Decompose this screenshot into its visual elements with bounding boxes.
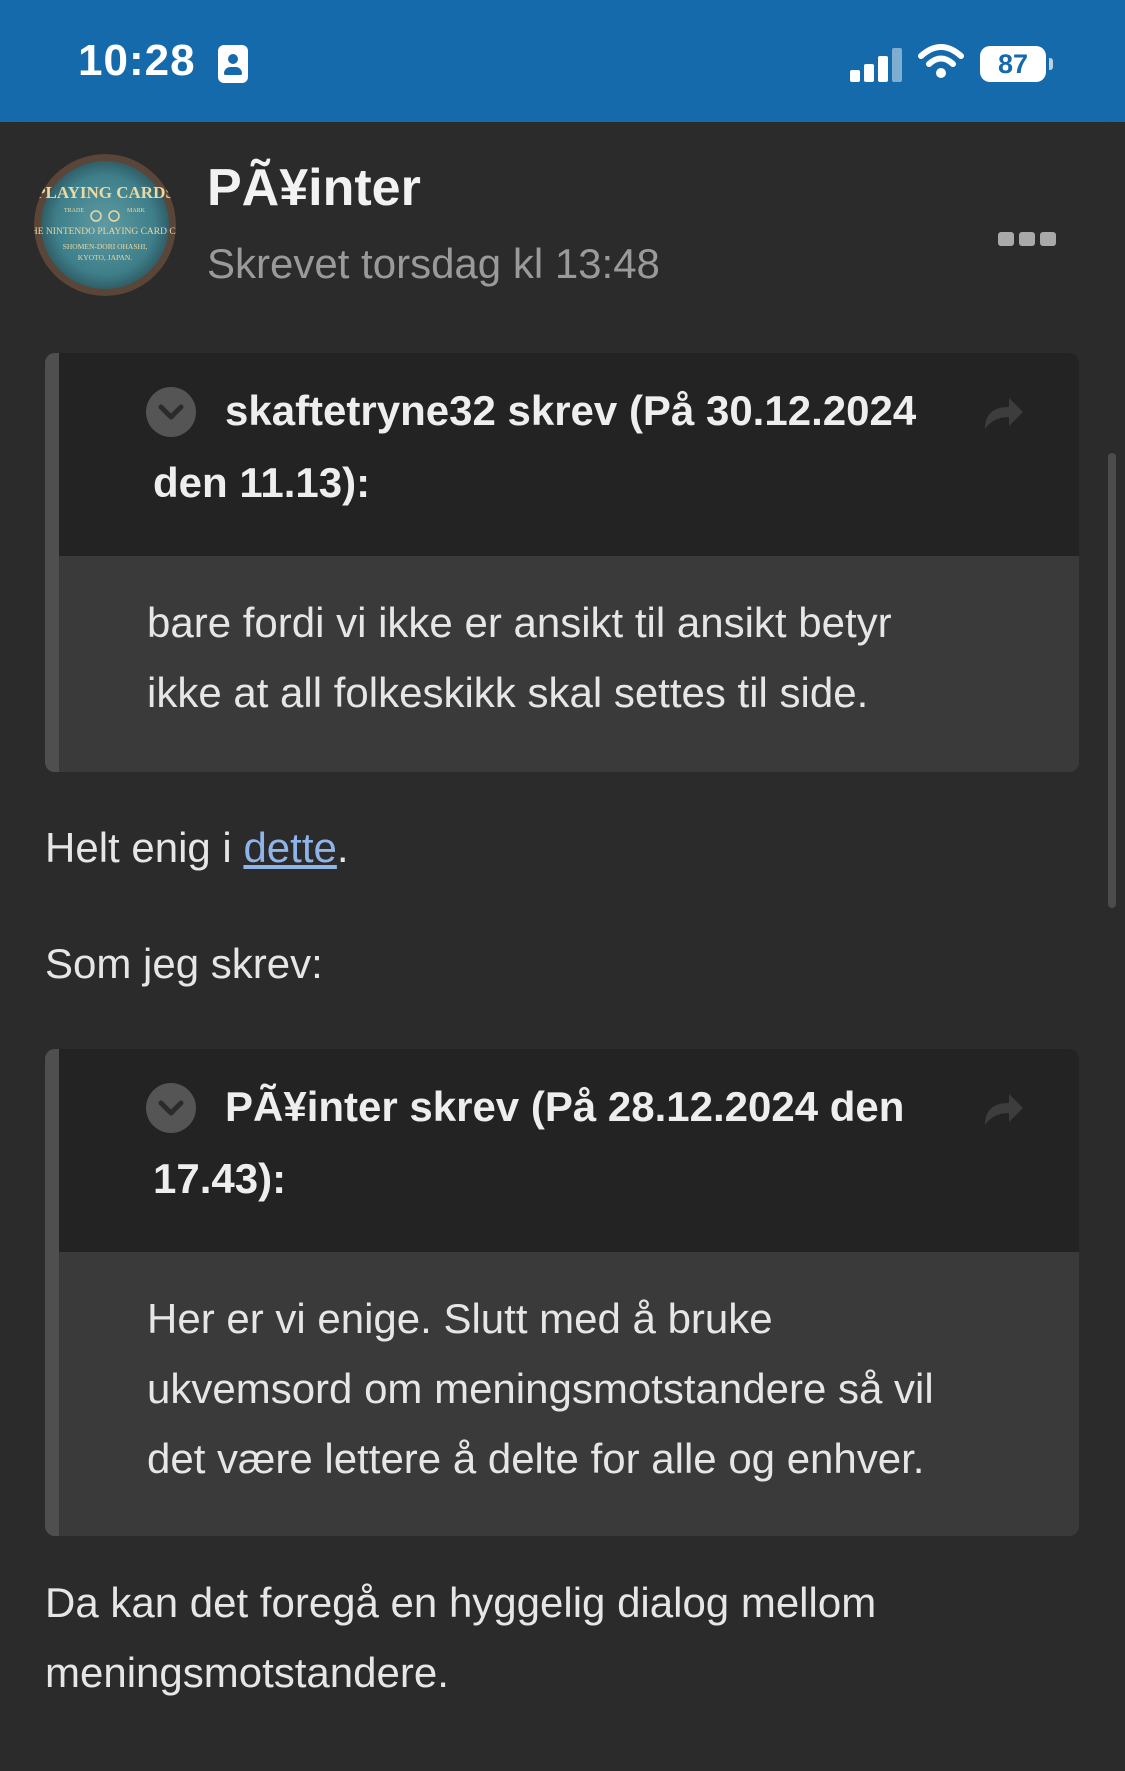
post-date: Skrevet torsdag kl 13:48 <box>207 240 660 287</box>
quote-header[interactable]: skaftetryne32 skrev (På 30.12.2024 den 1… <box>59 353 1079 556</box>
post-text-line: Helt enig i dette. <box>45 824 349 872</box>
wifi-icon <box>918 44 964 78</box>
avatar-text-4: KYOTO, JAPAN. <box>78 253 133 262</box>
avatar-text-mark: MARK <box>127 208 146 214</box>
quote-title-line1: PÃ¥inter skrev (På 28.12.2024 den <box>225 1083 905 1130</box>
share-arrow-icon[interactable] <box>979 393 1027 433</box>
quote-body-line2: ikke at all folkeskikk skal settes til s… <box>147 669 869 716</box>
quote-title-line2: den 11.13): <box>153 459 371 506</box>
quote-body-line1: Her er vi enige. Slutt med å bruke <box>147 1295 773 1342</box>
avatar-text-2: THE NINTENDO PLAYING CARD CO. <box>34 227 176 237</box>
quote-block: skaftetryne32 skrev (På 30.12.2024 den 1… <box>45 353 1079 772</box>
scrollbar[interactable] <box>1108 453 1116 908</box>
quote-body-line2: ukvemsord om meningsmotstandere så vil <box>147 1365 934 1412</box>
quote-body: bare fordi vi ikke er ansikt til ansikt … <box>147 588 892 728</box>
quote-title-line1: skaftetryne32 skrev (På 30.12.2024 <box>225 387 917 434</box>
post-text-paragraph: Da kan det foregå en hyggelig dialog mel… <box>45 1568 876 1708</box>
link-dette[interactable]: dette <box>243 824 336 871</box>
quote-title-line2: 17.43): <box>153 1155 287 1202</box>
quote-header[interactable]: PÃ¥inter skrev (På 28.12.2024 den 17.43)… <box>59 1049 1079 1252</box>
post-text-line1: Da kan det foregå en hyggelig dialog mel… <box>45 1579 877 1626</box>
person-card-icon <box>218 45 248 83</box>
more-options-icon[interactable] <box>998 228 1056 250</box>
status-bar: 10:28 87 <box>0 0 1125 122</box>
quote-title: PÃ¥inter skrev (På 28.12.2024 den 17.43)… <box>153 1071 904 1215</box>
battery-icon: 87 <box>980 46 1053 82</box>
author-name[interactable]: PÃ¥inter <box>207 158 421 218</box>
cellular-signal-icon <box>850 48 904 82</box>
quote-title: skaftetryne32 skrev (På 30.12.2024 den 1… <box>153 375 916 519</box>
post-text-line2: meningsmotstandere. <box>45 1649 449 1696</box>
post-text-after-link: . <box>336 824 349 871</box>
share-arrow-icon[interactable] <box>979 1089 1027 1129</box>
avatar-image: PLAYING CARDS TRADE MARK THE NINTENDO PL… <box>34 154 176 296</box>
status-time: 10:28 <box>78 36 196 85</box>
post-text-line: Som jeg skrev: <box>45 940 323 987</box>
battery-level: 87 <box>997 48 1029 79</box>
quote-body-line3: det være lettere å delte for alle og enh… <box>147 1435 925 1482</box>
avatar[interactable]: PLAYING CARDS TRADE MARK THE NINTENDO PL… <box>34 154 176 296</box>
quote-block: PÃ¥inter skrev (På 28.12.2024 den 17.43)… <box>45 1049 1079 1536</box>
post-card: PLAYING CARDS TRADE MARK THE NINTENDO PL… <box>0 122 1125 1771</box>
avatar-text-1: PLAYING CARDS <box>35 183 175 202</box>
avatar-text-3: SHOMEN-DORI OHASHI, <box>63 242 148 251</box>
post-text-before-link: Helt enig i <box>45 824 244 871</box>
quote-body: Her er vi enige. Slutt med å bruke ukvem… <box>147 1284 934 1494</box>
quote-body-line1: bare fordi vi ikke er ansikt til ansikt … <box>147 599 892 646</box>
avatar-text-trade: TRADE <box>64 208 84 214</box>
